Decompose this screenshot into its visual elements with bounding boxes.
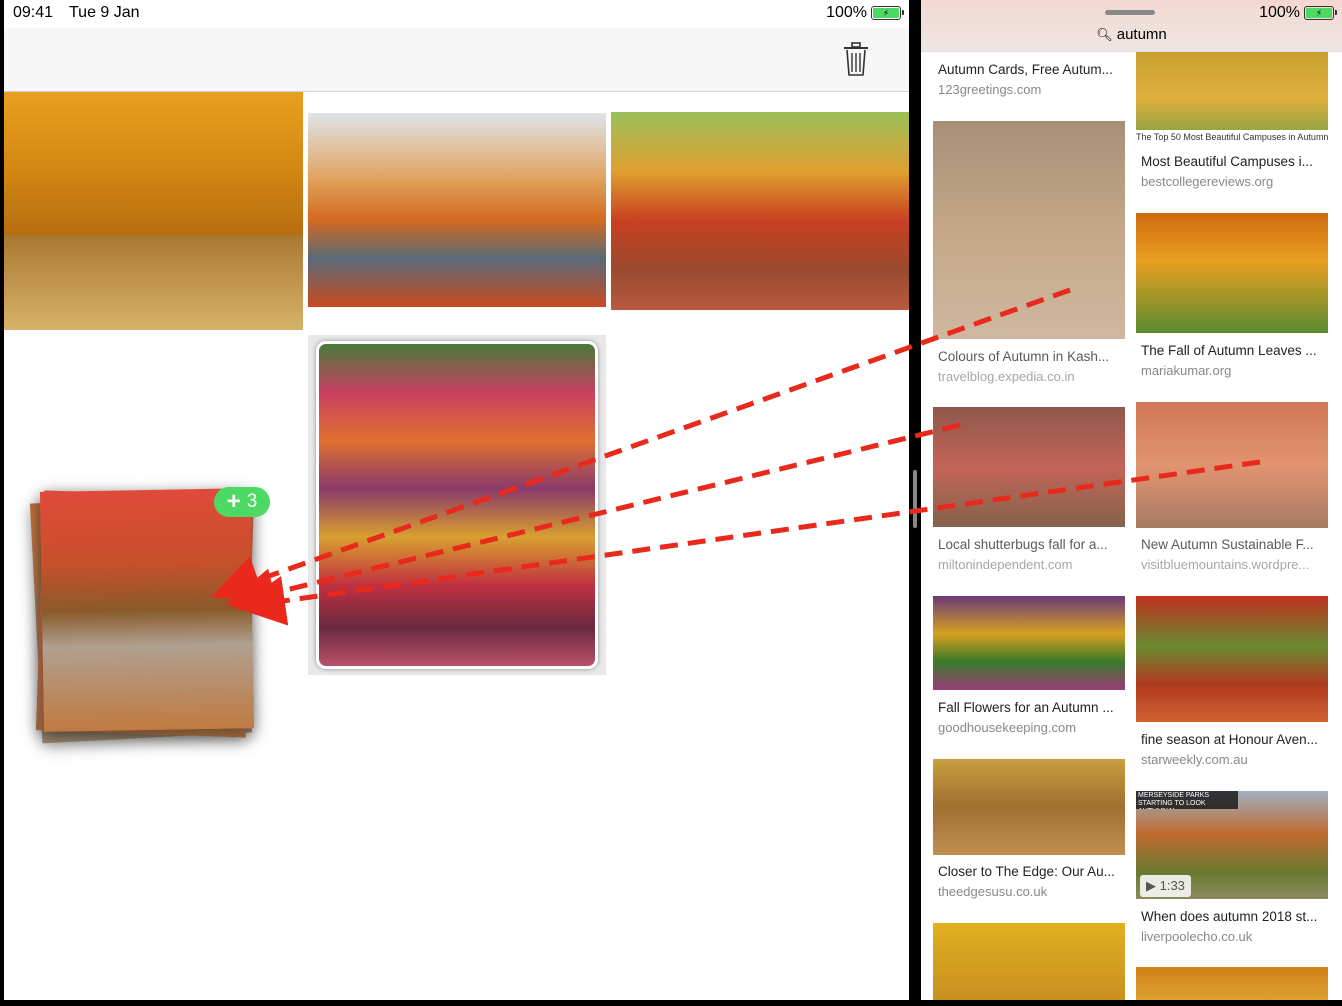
result-title: Most Beautiful Campuses i... bbox=[1141, 154, 1313, 169]
video-duration: 1:33 bbox=[1159, 878, 1185, 893]
result-title: Colours of Autumn in Kash... bbox=[938, 349, 1110, 364]
play-icon: ▶ bbox=[1146, 878, 1160, 893]
battery-status: 100% ⚡ bbox=[826, 4, 904, 22]
result-title: fine season at Honour Aven... bbox=[1141, 732, 1318, 747]
result-item[interactable] bbox=[1136, 967, 1328, 1000]
drag-count: 3 bbox=[246, 491, 258, 512]
status-time: 09:41 bbox=[13, 4, 54, 21]
result-title: Local shutterbugs fall for a... bbox=[938, 537, 1108, 552]
result-title: The Fall of Autumn Leaves ... bbox=[1141, 343, 1317, 358]
result-item[interactable]: Fall Flowers for an Autumn ... goodhouse… bbox=[933, 596, 1125, 738]
divider-handle[interactable] bbox=[913, 470, 917, 528]
result-source: theedgesusu.co.uk bbox=[938, 884, 1048, 899]
result-title: New Autumn Sustainable F... bbox=[1141, 537, 1314, 552]
result-item[interactable]: Colours of Autumn in Kash... travelblog.… bbox=[933, 121, 1125, 389]
screen: 09:41 Tue 9 Jan 100% ⚡ + 3 100% ⚡ 🔍︎ aut… bbox=[0, 0, 1342, 1006]
pane-grabber[interactable] bbox=[1105, 10, 1155, 15]
result-source: visitbluemountains.wordpre... bbox=[1141, 557, 1310, 572]
result-source: travelblog.expedia.co.in bbox=[938, 369, 1075, 384]
search-icon: 🔍︎ bbox=[1096, 27, 1113, 42]
result-item[interactable]: Autumn Cards, Free Autum... 123greetings… bbox=[933, 52, 1125, 102]
status-date: Tue 9 Jan bbox=[69, 4, 140, 21]
result-title: Fall Flowers for an Autumn ... bbox=[938, 700, 1114, 715]
drag-stack[interactable] bbox=[29, 488, 255, 744]
result-title: Closer to The Edge: Our Au... bbox=[938, 864, 1115, 879]
drag-item bbox=[39, 488, 255, 732]
result-source: liverpoolecho.co.uk bbox=[1141, 929, 1253, 944]
result-source: mariakumar.org bbox=[1141, 363, 1232, 378]
result-item[interactable]: Local shutterbugs fall for a... miltonin… bbox=[933, 407, 1125, 577]
toolbar bbox=[4, 28, 909, 92]
image-caption: MERSEYSIDE PARKS STARTING TO LOOK AUTUMN… bbox=[1136, 791, 1238, 809]
result-item[interactable]: MERSEYSIDE PARKS STARTING TO LOOK AUTUMN… bbox=[1136, 791, 1328, 949]
result-source: starweekly.com.au bbox=[1141, 752, 1248, 767]
result-item[interactable]: The Fall of Autumn Leaves ... mariakumar… bbox=[1136, 213, 1328, 383]
drag-count-badge: + 3 bbox=[214, 487, 270, 517]
result-source: miltonindependent.com bbox=[938, 557, 1073, 572]
status-bar: 09:41 Tue 9 Jan 100% ⚡ bbox=[4, 0, 909, 28]
video-duration-badge: ▶ 1:33 bbox=[1140, 875, 1191, 897]
result-item[interactable]: The Top 50 Most Beautiful Campuses in Au… bbox=[1136, 52, 1328, 192]
result-source: goodhousekeeping.com bbox=[938, 720, 1077, 735]
photo-autumn-path[interactable] bbox=[4, 92, 303, 330]
image-caption: The Top 50 Most Beautiful Campuses in Au… bbox=[1136, 130, 1328, 144]
result-item[interactable]: Closer to The Edge: Our Au... theedgesus… bbox=[933, 759, 1125, 904]
result-title: When does autumn 2018 st... bbox=[1141, 909, 1318, 924]
battery-status: 100% ⚡ bbox=[1259, 4, 1337, 22]
photo-autumn-avenue[interactable] bbox=[308, 113, 606, 307]
safari-header: 100% ⚡ 🔍︎ autumn bbox=[921, 0, 1342, 52]
result-source: bestcollegereviews.org bbox=[1141, 174, 1274, 189]
result-item[interactable]: New Autumn Sustainable F... visitbluemou… bbox=[1136, 402, 1328, 578]
battery-icon: ⚡ bbox=[871, 6, 904, 20]
trash-icon[interactable] bbox=[843, 42, 869, 76]
safari-pane: 100% ⚡ 🔍︎ autumn Autumn Cards, Free Autum… bbox=[921, 0, 1342, 1000]
address-bar[interactable]: 🔍︎ autumn bbox=[921, 26, 1342, 43]
plus-icon: + bbox=[226, 488, 241, 515]
result-title: Autumn Cards, Free Autum... bbox=[938, 62, 1113, 77]
photo-autumn-forest-lake[interactable] bbox=[308, 335, 606, 675]
result-item[interactable]: fine season at Honour Aven... starweekly… bbox=[1136, 596, 1328, 768]
split-divider[interactable] bbox=[909, 0, 921, 1006]
result-item[interactable] bbox=[933, 923, 1125, 1000]
result-source: 123greetings.com bbox=[938, 82, 1042, 97]
battery-percent: 100% bbox=[826, 4, 867, 21]
search-query: autumn bbox=[1116, 26, 1167, 43]
battery-icon: ⚡ bbox=[1304, 6, 1337, 20]
photo-park-bench[interactable] bbox=[611, 112, 909, 310]
battery-percent: 100% bbox=[1259, 4, 1300, 21]
